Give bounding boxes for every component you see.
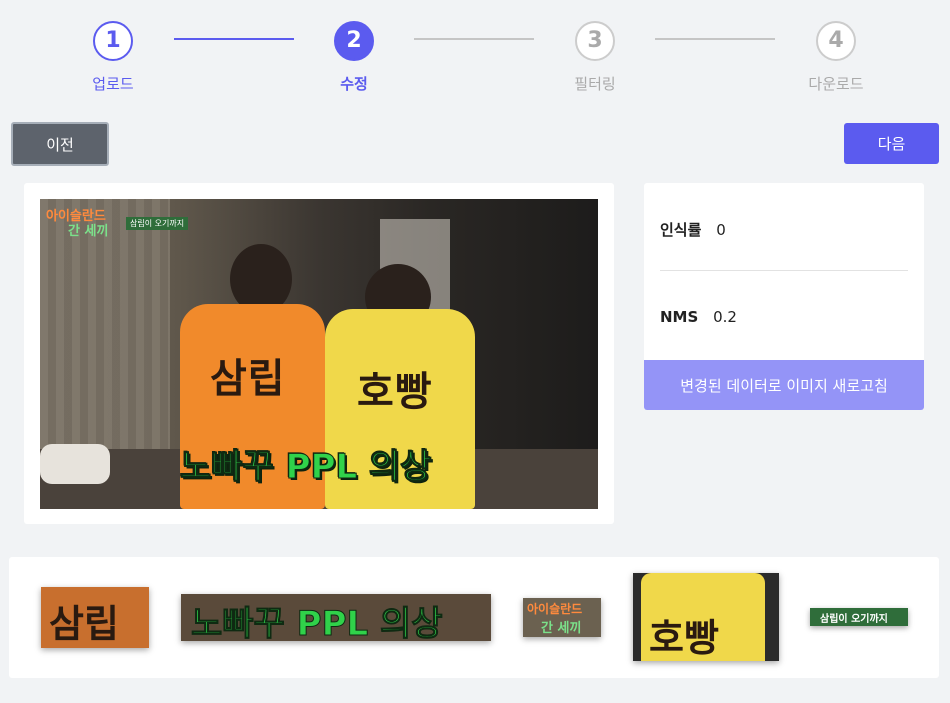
crop-text: 노빠꾸 PPL 의상 — [191, 604, 444, 642]
crop-thumbnail[interactable]: 삼립이 오기까지 — [810, 608, 908, 626]
step-connector — [655, 38, 775, 40]
step-number: 1 — [93, 21, 133, 61]
nms-setting[interactable]: NMS 0.2 — [660, 308, 737, 326]
step-download[interactable]: 4 다운로드 — [796, 21, 876, 94]
recognition-value[interactable]: 0 — [716, 221, 726, 239]
crop-text: 삼립이 오기까지 — [820, 614, 888, 625]
shirt-text-left: 삼립 — [210, 356, 286, 402]
recognition-label: 인식률 — [660, 221, 702, 239]
settings-divider — [660, 270, 908, 271]
show-logo: 아이슬란드 간 세끼 — [46, 209, 108, 239]
crop-text: 호빵 — [649, 616, 719, 660]
step-filtering[interactable]: 3 필터링 — [555, 21, 635, 94]
step-connector — [174, 38, 294, 40]
crop-thumbnail[interactable]: 삼립 — [41, 587, 149, 648]
preview-image: 삼립 호빵 아이슬란드 간 세끼 삼립이 오기까지 노빠꾸 PPL 의상 — [40, 199, 598, 509]
step-number: 4 — [816, 21, 856, 61]
scene-tag: 삼립이 오기까지 — [126, 217, 189, 230]
step-number: 2 — [334, 21, 374, 61]
nms-label: NMS — [660, 308, 699, 326]
step-label: 업로드 — [92, 75, 134, 93]
scene-caption: 노빠꾸 PPL 의상 — [180, 447, 433, 488]
logo-line-1: 아이슬란드 — [46, 209, 106, 224]
crop-thumbnail[interactable]: 아이슬란드 간 세끼 — [523, 598, 601, 637]
step-number: 3 — [575, 21, 615, 61]
crop-thumbnail[interactable]: 노빠꾸 PPL 의상 — [181, 594, 491, 641]
prev-button[interactable]: 이전 — [11, 122, 109, 166]
crop-thumbnail[interactable]: 호빵 — [633, 573, 779, 661]
scene-pillow — [40, 444, 110, 484]
next-button[interactable]: 다음 — [844, 123, 939, 164]
crop-text: 삼립 — [49, 602, 119, 646]
settings-card: 인식률 0 NMS 0.2 변경된 데이터로 이미지 새로고침 — [644, 183, 924, 410]
step-label: 다운로드 — [808, 75, 864, 93]
step-upload[interactable]: 1 업로드 — [73, 21, 153, 94]
refresh-image-button[interactable]: 변경된 데이터로 이미지 새로고침 — [644, 360, 924, 410]
logo-line-2: 간 세끼 — [68, 224, 109, 239]
shirt-text-right: 호빵 — [357, 369, 433, 415]
image-preview-card: 삼립 호빵 아이슬란드 간 세끼 삼립이 오기까지 노빠꾸 PPL 의상 — [24, 183, 614, 524]
nms-value[interactable]: 0.2 — [713, 308, 737, 326]
step-connector — [414, 38, 534, 40]
step-edit[interactable]: 2 수정 — [314, 21, 394, 94]
crop-text: 간 세끼 — [541, 621, 582, 636]
crops-strip: 삼립 노빠꾸 PPL 의상 아이슬란드 간 세끼 호빵 삼립이 오기까지 — [9, 557, 939, 678]
step-label: 필터링 — [574, 75, 616, 93]
step-label: 수정 — [340, 75, 368, 93]
recognition-setting[interactable]: 인식률 0 — [660, 219, 726, 240]
crop-text: 아이슬란드 — [527, 602, 583, 616]
